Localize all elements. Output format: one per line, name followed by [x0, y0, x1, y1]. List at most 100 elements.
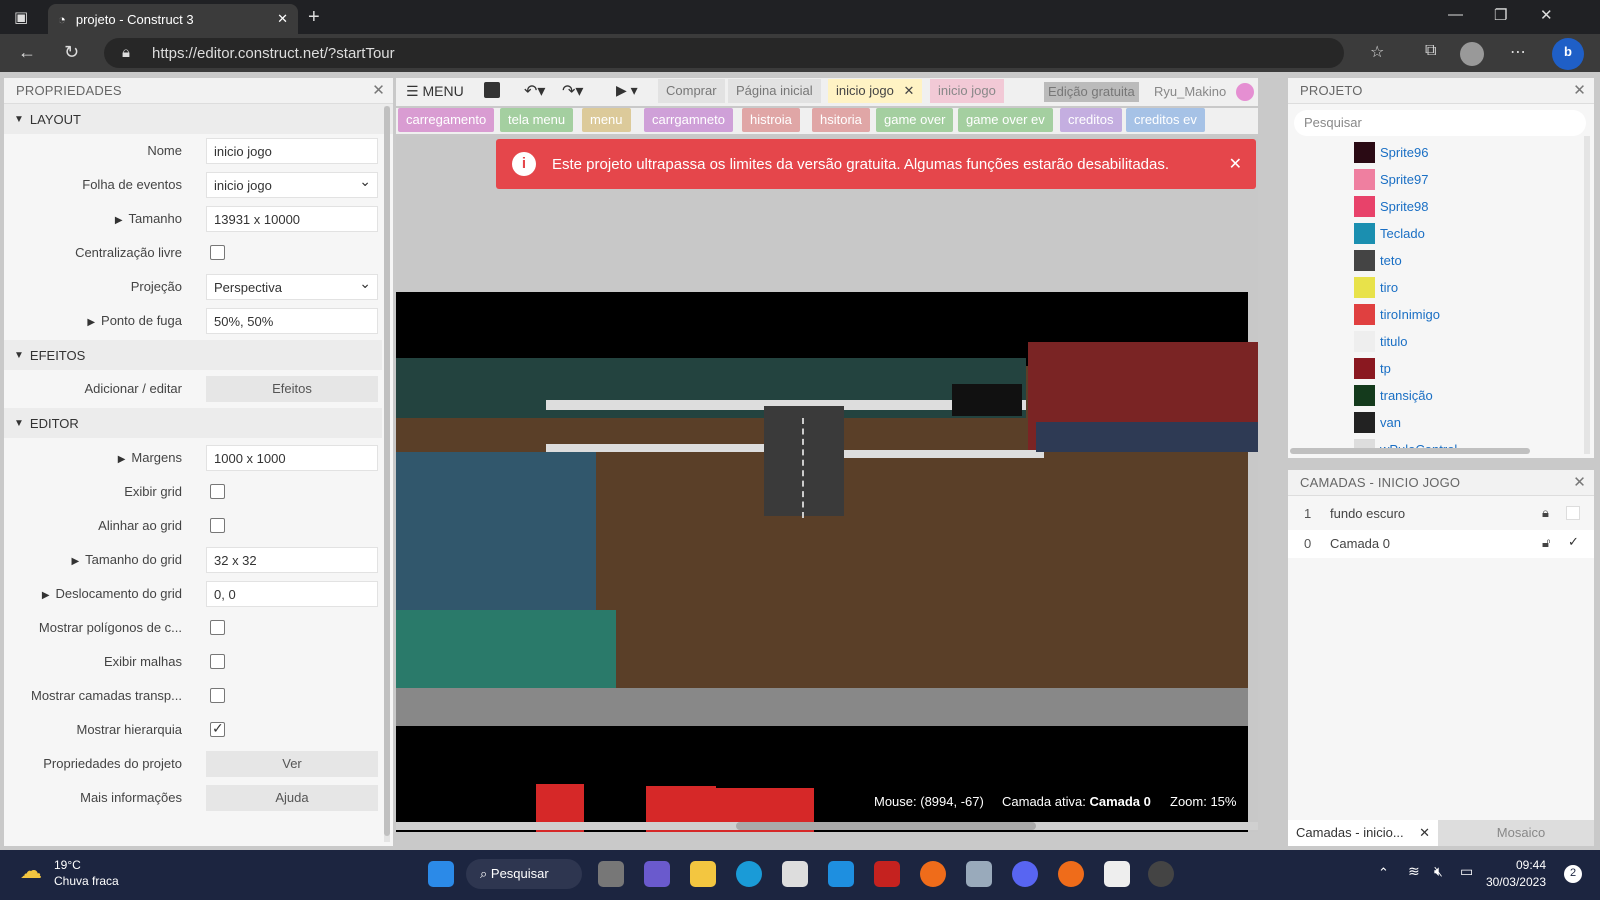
minimize-icon[interactable]: —: [1448, 6, 1463, 23]
project-item[interactable]: teto: [1354, 248, 1402, 272]
url-field[interactable]: 🔒︎ https://editor.construct.net/?startTo…: [104, 38, 1344, 68]
desloc-input[interactable]: 0, 0: [206, 581, 378, 607]
tab-carregamento[interactable]: carregamento: [398, 108, 495, 132]
layer-row[interactable]: 1 fundo escuro 🔒︎: [1288, 500, 1594, 528]
tray-chevron-icon[interactable]: ⌃: [1378, 865, 1389, 881]
weather-temp[interactable]: 19°C: [54, 858, 81, 872]
start-windows-icon[interactable]: [428, 861, 454, 887]
app-orange2-icon[interactable]: [1058, 861, 1084, 887]
project-item[interactable]: van: [1354, 410, 1401, 434]
wifi-icon[interactable]: ≋: [1408, 863, 1420, 880]
project-item[interactable]: tiroInimigo: [1354, 302, 1440, 326]
preview-play-icon[interactable]: ▶ ▾: [616, 82, 638, 99]
tamanho-input[interactable]: 13931 x 10000: [206, 206, 378, 232]
poligonos-checkbox[interactable]: [210, 620, 225, 635]
undo-icon[interactable]: ↶▾: [524, 81, 545, 101]
ajuda-button[interactable]: Ajuda: [206, 785, 378, 811]
expand-icon[interactable]: ▶: [115, 215, 123, 226]
fuga-input[interactable]: 50%, 50%: [206, 308, 378, 334]
expand-icon[interactable]: ▶: [87, 317, 95, 328]
tab-camadas[interactable]: Camadas - inicio... ✕: [1288, 820, 1438, 846]
layer-row-selected[interactable]: 0 Camada 0 🔓︎ ✓: [1288, 530, 1594, 558]
close-tab-icon[interactable]: ✕: [903, 83, 914, 98]
hierarquia-checkbox[interactable]: [210, 720, 225, 737]
alinhar-checkbox[interactable]: [210, 518, 225, 533]
project-item[interactable]: Teclado: [1354, 221, 1425, 245]
projecao-select[interactable]: Perspectiva: [206, 274, 378, 300]
project-item[interactable]: Sprite97: [1354, 167, 1428, 191]
project-hscroll-thumb[interactable]: [1290, 448, 1530, 454]
notification-badge[interactable]: 2: [1564, 865, 1582, 883]
pagina-inicial-button[interactable]: Página inicial: [728, 79, 821, 103]
central-checkbox[interactable]: [210, 245, 225, 260]
project-scrollbar[interactable]: [1584, 136, 1590, 454]
weather-desc[interactable]: Chuva fraca: [54, 874, 119, 888]
user-avatar[interactable]: [1236, 83, 1254, 101]
tab-game-over-ev[interactable]: game over ev: [958, 108, 1053, 132]
layout-canvas[interactable]: Mouse: (8994, -67) Camada ativa: Camada …: [396, 136, 1258, 832]
reload-icon[interactable]: ↻: [64, 42, 79, 63]
tab-actions-icon[interactable]: ▣: [14, 8, 28, 26]
scrollbar-thumb[interactable]: [384, 106, 390, 836]
back-icon[interactable]: ←: [18, 42, 36, 63]
chat-icon[interactable]: [644, 861, 670, 887]
tab-carrgamneto[interactable]: carrgamneto: [644, 108, 733, 132]
unlock-icon[interactable]: 🔓︎: [1542, 535, 1550, 551]
section-layout[interactable]: ▼ LAYOUT: [4, 104, 393, 134]
close-icon[interactable]: ✕: [1573, 81, 1586, 99]
close-icon[interactable]: ✕: [1573, 473, 1586, 491]
close-banner-icon[interactable]: ✕: [1229, 154, 1242, 174]
favorites-icon[interactable]: ☆: [1370, 42, 1384, 62]
horizontal-scrollbar[interactable]: [396, 822, 1258, 830]
tab-tela-menu[interactable]: tela menu: [500, 108, 574, 132]
redo-icon[interactable]: ↷▾: [562, 81, 583, 101]
close-tab-icon[interactable]: ✕: [277, 11, 288, 27]
notepad-icon[interactable]: [1104, 861, 1130, 887]
restore-icon[interactable]: ❐: [1494, 6, 1507, 24]
efeitos-button[interactable]: Efeitos: [206, 376, 378, 402]
taskbar-search[interactable]: ⌕ Pesquisar: [466, 859, 582, 889]
tab-creditos-ev[interactable]: creditos ev: [1126, 108, 1205, 132]
folha-select[interactable]: inicio jogo: [206, 172, 378, 198]
transp-checkbox[interactable]: [210, 688, 225, 703]
tab-histroia[interactable]: histroia: [742, 108, 800, 132]
browser-tab[interactable]: ◔ projeto - Construct 3 ✕: [48, 4, 298, 34]
file-explorer-icon[interactable]: [690, 861, 716, 887]
app-clock-icon[interactable]: [1148, 861, 1174, 887]
margens-input[interactable]: 1000 x 1000: [206, 445, 378, 471]
username[interactable]: Ryu_Makino: [1154, 84, 1226, 99]
project-item[interactable]: transição: [1354, 383, 1433, 407]
battery-icon[interactable]: ▭: [1460, 863, 1473, 880]
expand-icon[interactable]: ▶: [71, 556, 79, 567]
collections-icon[interactable]: ⧉: [1425, 42, 1436, 60]
project-item[interactable]: Sprite96: [1354, 140, 1428, 164]
tab-inicio-jogo-active[interactable]: inicio jogo ✕: [828, 79, 923, 103]
close-icon[interactable]: ✕: [372, 81, 385, 99]
mcafee-icon[interactable]: [874, 861, 900, 887]
task-view-icon[interactable]: [598, 861, 624, 887]
project-item[interactable]: Sprite98: [1354, 194, 1428, 218]
close-window-icon[interactable]: ✕: [1540, 6, 1553, 24]
project-item[interactable]: tp: [1354, 356, 1391, 380]
edge-icon[interactable]: [736, 861, 762, 887]
store-icon[interactable]: [782, 861, 808, 887]
visible-check-icon[interactable]: ✓: [1568, 534, 1579, 550]
clock-time[interactable]: 09:44: [1496, 858, 1546, 872]
new-tab-icon[interactable]: +: [308, 6, 320, 29]
ver-button[interactable]: Ver: [206, 751, 378, 777]
tab-menu[interactable]: menu: [582, 108, 631, 132]
profile-avatar[interactable]: [1460, 42, 1484, 66]
comprar-button[interactable]: Comprar: [658, 79, 725, 103]
project-search-input[interactable]: Pesquisar: [1294, 110, 1586, 136]
app-l-icon[interactable]: [828, 861, 854, 887]
discord-icon[interactable]: [1012, 861, 1038, 887]
grid-checkbox[interactable]: [210, 484, 225, 499]
nome-input[interactable]: inicio jogo: [206, 138, 378, 164]
tab-hsitoria[interactable]: hsitoria: [812, 108, 870, 132]
more-menu-icon[interactable]: ⋯: [1510, 42, 1526, 62]
lock-icon[interactable]: 🔒︎: [1542, 505, 1549, 521]
expand-icon[interactable]: ▶: [42, 590, 50, 601]
app-orange-icon[interactable]: [920, 861, 946, 887]
tab-mosaico[interactable]: Mosaico: [1448, 820, 1594, 846]
section-editor[interactable]: ▼ EDITOR: [4, 408, 382, 438]
